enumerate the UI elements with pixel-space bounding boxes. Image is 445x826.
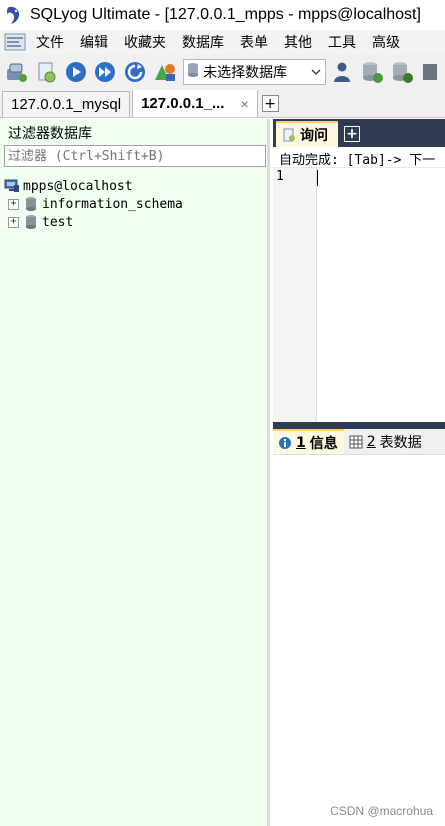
tab-label: 信息 [309,435,338,452]
result-panel [273,455,445,826]
restore-database-icon[interactable] [389,58,416,86]
database-icon [23,214,39,230]
query-area: 询问 + 自动完成: [Tab]-> 下一 1 1 信息 2 表数据 CSDN … [273,119,445,826]
query-icon [282,128,296,142]
result-tab-bar: 1 信息 2 表数据 [273,429,445,455]
info-icon [278,436,292,450]
sqlyog-dolphin-icon [3,4,25,26]
toolbar: 未选择数据库 [0,54,445,90]
database-icon [23,196,39,212]
database-selector[interactable]: 未选择数据库 [183,59,327,85]
expand-icon[interactable]: + [8,216,19,228]
tab-label: 表数据 [379,434,422,451]
add-connection-tab-button[interactable]: + [261,95,279,112]
tab-messages[interactable]: 1 信息 [273,429,344,454]
line-number: 1 [276,169,284,184]
tab-label: 127.0.0.1_... [141,95,225,112]
import-icon[interactable] [418,58,445,86]
watermark: CSDN @macrohua [330,804,433,818]
tab-connection-mpps[interactable]: 127.0.0.1_... × [132,90,258,117]
tab-connection-mysql[interactable]: 127.0.0.1_mysql [2,91,131,117]
tab-label: 127.0.0.1_mysql [11,96,122,113]
refresh-icon[interactable] [122,58,149,86]
window-menu-icon[interactable] [2,31,28,53]
database-name: test [42,214,74,230]
tab-number: 2 [366,433,376,450]
text-caret [317,170,318,186]
menu-advanced[interactable]: 高级 [372,32,408,52]
menu-file[interactable]: 文件 [36,32,72,52]
schema-designer-icon[interactable] [151,58,178,86]
new-connection-icon[interactable] [3,58,30,86]
tree-database-node[interactable]: + information_schema [4,195,183,213]
backup-database-icon[interactable] [359,58,386,86]
add-query-tab-button[interactable]: + [344,126,360,142]
filter-input[interactable] [4,145,266,167]
sql-editor[interactable]: 1 [273,167,445,423]
user-manager-icon[interactable] [329,58,356,86]
tab-query[interactable]: 询问 [276,121,338,147]
new-query-icon[interactable] [33,58,60,86]
database-icon [187,62,199,82]
object-browser: 过滤器数据库 mpps@localhost + information_sche… [0,119,270,826]
title-bar: SQLyog Ultimate - [127.0.0.1_mpps - mpps… [0,0,445,30]
host-label: mpps@localhost [23,178,133,194]
connection-tab-bar: 127.0.0.1_mysql 127.0.0.1_... × + [0,90,445,118]
tab-number: 1 [296,434,306,451]
query-tab-bar: 询问 + [273,119,445,147]
table-grid-icon [349,435,363,449]
menu-favorites[interactable]: 收藏夹 [124,32,174,52]
expand-icon[interactable]: + [8,198,19,210]
tab-table-data[interactable]: 2 表数据 [344,429,428,454]
server-icon [4,178,20,194]
pane-splitter[interactable] [273,422,445,429]
line-gutter: 1 [273,168,317,423]
database-name: information_schema [42,196,183,212]
tree-database-node[interactable]: + test [4,213,183,231]
execute-query-icon[interactable] [62,58,89,86]
menu-bar: 文件 编辑 收藏夹 数据库 表单 其他 工具 高级 [0,30,445,54]
window-title: SQLyog Ultimate - [127.0.0.1_mpps - mpps… [30,6,421,23]
menu-database[interactable]: 数据库 [182,32,232,52]
database-tree: mpps@localhost + information_schema + te… [4,177,183,231]
chevron-down-icon [307,69,325,75]
autocomplete-hint: 自动完成: [Tab]-> 下一 [279,153,436,168]
close-icon[interactable]: × [240,96,248,112]
menu-other[interactable]: 其他 [284,32,320,52]
menu-edit[interactable]: 编辑 [80,32,116,52]
menu-table[interactable]: 表单 [240,32,276,52]
execute-all-icon[interactable] [92,58,119,86]
filter-title: 过滤器数据库 [8,126,92,142]
query-tab-label: 询问 [300,128,328,144]
menu-tools[interactable]: 工具 [328,32,364,52]
tree-host-node[interactable]: mpps@localhost [4,177,183,195]
database-selector-value: 未选择数据库 [203,65,288,81]
